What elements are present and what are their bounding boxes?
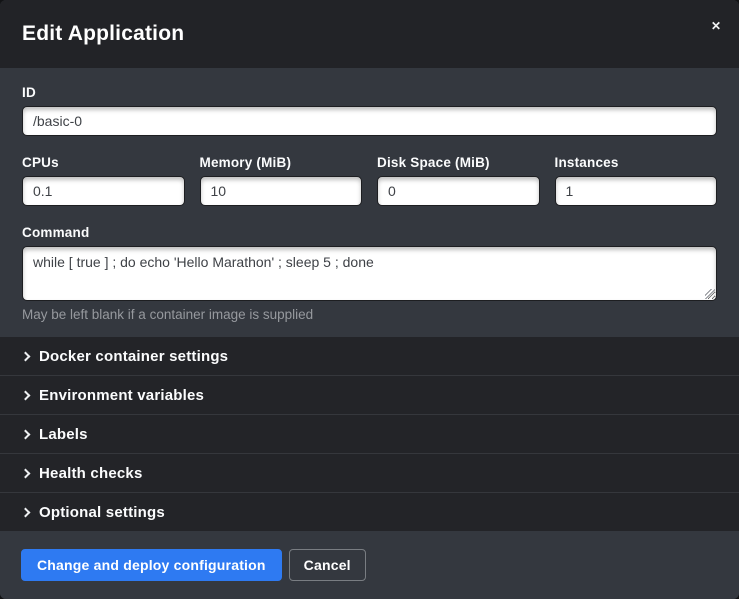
instances-label: Instances: [555, 155, 718, 170]
command-help-text: May be left blank if a container image i…: [22, 307, 717, 322]
change-and-deploy-button[interactable]: Change and deploy configuration: [21, 549, 282, 581]
command-label: Command: [22, 225, 717, 240]
section-label: Environment variables: [39, 387, 204, 404]
section-label: Docker container settings: [39, 348, 228, 365]
chevron-right-icon: [21, 391, 31, 401]
command-field-group: Command while [ true ] ; do echo 'Hello …: [22, 225, 717, 322]
section-environment-variables[interactable]: Environment variables: [0, 375, 739, 414]
instances-field-group: Instances: [555, 155, 718, 206]
section-label: Labels: [39, 426, 88, 443]
id-label: ID: [22, 85, 717, 100]
chevron-right-icon: [21, 430, 31, 440]
cancel-button[interactable]: Cancel: [289, 549, 366, 581]
modal-header: Edit Application ✕: [0, 0, 739, 68]
cpus-input[interactable]: [22, 176, 185, 206]
cpus-field-group: CPUs: [22, 155, 185, 206]
memory-label: Memory (MiB): [200, 155, 363, 170]
modal-footer: Change and deploy configuration Cancel: [0, 531, 739, 599]
section-labels[interactable]: Labels: [0, 414, 739, 453]
chevron-right-icon: [21, 469, 31, 479]
close-icon[interactable]: ✕: [708, 17, 724, 35]
section-optional-settings[interactable]: Optional settings: [0, 492, 739, 531]
command-textarea[interactable]: while [ true ] ; do echo 'Hello Marathon…: [22, 246, 717, 301]
memory-field-group: Memory (MiB): [200, 155, 363, 206]
id-field-group: ID: [22, 85, 717, 136]
section-label: Health checks: [39, 465, 142, 482]
section-health-checks[interactable]: Health checks: [0, 453, 739, 492]
accordion-sections: Docker container settings Environment va…: [0, 337, 739, 531]
modal-body: ID CPUs Memory (MiB) Disk Space (MiB) In…: [0, 68, 739, 337]
command-textarea-wrap: while [ true ] ; do echo 'Hello Marathon…: [22, 246, 717, 301]
chevron-right-icon: [21, 352, 31, 362]
chevron-right-icon: [21, 508, 31, 518]
section-label: Optional settings: [39, 504, 165, 521]
section-docker-container-settings[interactable]: Docker container settings: [0, 337, 739, 375]
disk-label: Disk Space (MiB): [377, 155, 540, 170]
modal-title: Edit Application: [22, 22, 184, 46]
memory-input[interactable]: [200, 176, 363, 206]
edit-application-modal: Edit Application ✕ ID CPUs Memory (MiB) …: [0, 0, 739, 599]
instances-input[interactable]: [555, 176, 718, 206]
id-input[interactable]: [22, 106, 717, 136]
disk-field-group: Disk Space (MiB): [377, 155, 540, 206]
disk-input[interactable]: [377, 176, 540, 206]
resources-row: CPUs Memory (MiB) Disk Space (MiB) Insta…: [22, 155, 717, 206]
cpus-label: CPUs: [22, 155, 185, 170]
